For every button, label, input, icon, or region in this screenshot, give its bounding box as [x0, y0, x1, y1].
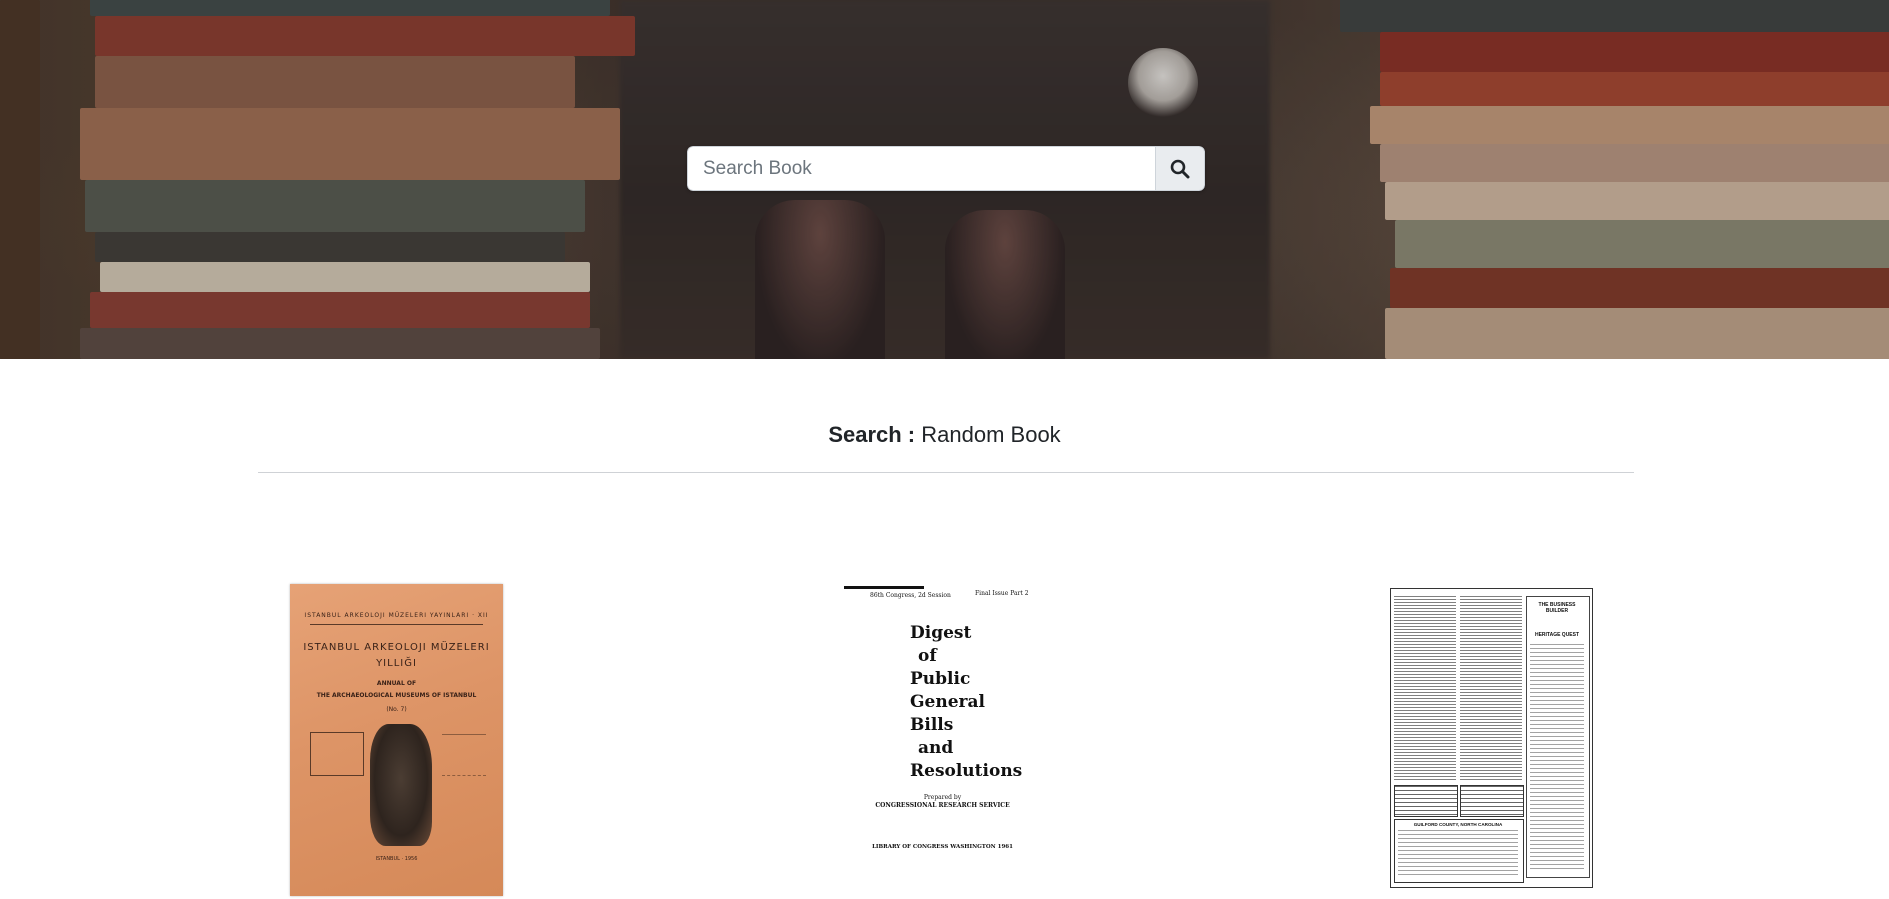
- search-results-heading: Search : Random Book: [0, 422, 1889, 448]
- book-1-title: ISTANBUL ARKEOLOJI MÜZELERI: [303, 642, 490, 653]
- book-3-box-left: [1394, 785, 1458, 817]
- book-cover-2[interactable]: 86th Congress, 2d Session Final Issue Pa…: [840, 582, 1045, 890]
- search-results-label: Search :: [828, 422, 916, 447]
- search-input[interactable]: [687, 146, 1155, 191]
- book-3-county-title: GUILFORD COUNTY, NORTH CAROLINA: [1413, 822, 1503, 827]
- book-1-imprint: ISTANBUL · 1956: [375, 856, 418, 862]
- book-2-title-line: Digest: [910, 623, 972, 643]
- book-3-right-text: [1530, 644, 1584, 869]
- book-1-stamp: [310, 732, 364, 776]
- hero-banner: [0, 0, 1889, 359]
- book-1-sculpture-image: [370, 724, 432, 846]
- book-2-title: Digest of Public General Bills and Resol…: [910, 622, 1022, 783]
- book-2-title-line: and: [918, 738, 954, 758]
- section-divider: [258, 472, 1634, 473]
- book-1-subtitle: THE ARCHAEOLOGICAL MUSEUMS OF ISTANBUL: [316, 692, 477, 699]
- search-results-query: Random Book: [921, 422, 1061, 447]
- book-1-annual: ANNUAL OF: [376, 680, 417, 687]
- search-form: [687, 146, 1205, 191]
- book-2-title-line: Bills: [910, 715, 954, 735]
- book-3-heritage: HERITAGE QUEST: [1534, 632, 1580, 638]
- book-1-rule: [310, 624, 483, 625]
- search-button[interactable]: [1155, 146, 1205, 191]
- book-cover-1[interactable]: ISTANBUL ARKEOLOJI MÜZELERI YAYINLARI · …: [290, 584, 503, 896]
- book-2-rule: [844, 586, 924, 589]
- book-1-handwriting: [442, 734, 486, 776]
- book-2-issue: Final Issue Part 2: [975, 590, 1029, 597]
- book-2-session: 86th Congress, 2d Session: [870, 592, 951, 599]
- book-2-title-line: General: [910, 692, 985, 712]
- book-2-title-line: Public: [910, 669, 971, 689]
- book-cover-3[interactable]: THE BUSINESS BUILDER HERITAGE QUEST GUIL…: [1390, 588, 1593, 888]
- search-icon: [1170, 159, 1190, 178]
- book-1-series: ISTANBUL ARKEOLOJI MÜZELERI YAYINLARI · …: [304, 612, 489, 619]
- book-1-title-2: YILLIĞI: [376, 658, 417, 669]
- book-2-imprint: LIBRARY OF CONGRESS WASHINGTON 1961: [872, 844, 1013, 850]
- book-2-title-line: Resolutions: [910, 761, 1023, 781]
- book-2-title-line: of: [918, 646, 937, 666]
- book-3-header: THE BUSINESS BUILDER: [1538, 602, 1576, 614]
- book-3-box-middle: [1460, 785, 1524, 817]
- book-2-publisher: CONGRESSIONAL RESEARCH SERVICE: [875, 802, 1010, 809]
- book-3-column-middle: [1460, 596, 1522, 781]
- book-3-county-text: [1398, 830, 1518, 878]
- book-2-prepared: Prepared by: [923, 794, 962, 801]
- book-1-number: (No. 7): [386, 706, 407, 713]
- book-3-column-left: [1394, 596, 1456, 781]
